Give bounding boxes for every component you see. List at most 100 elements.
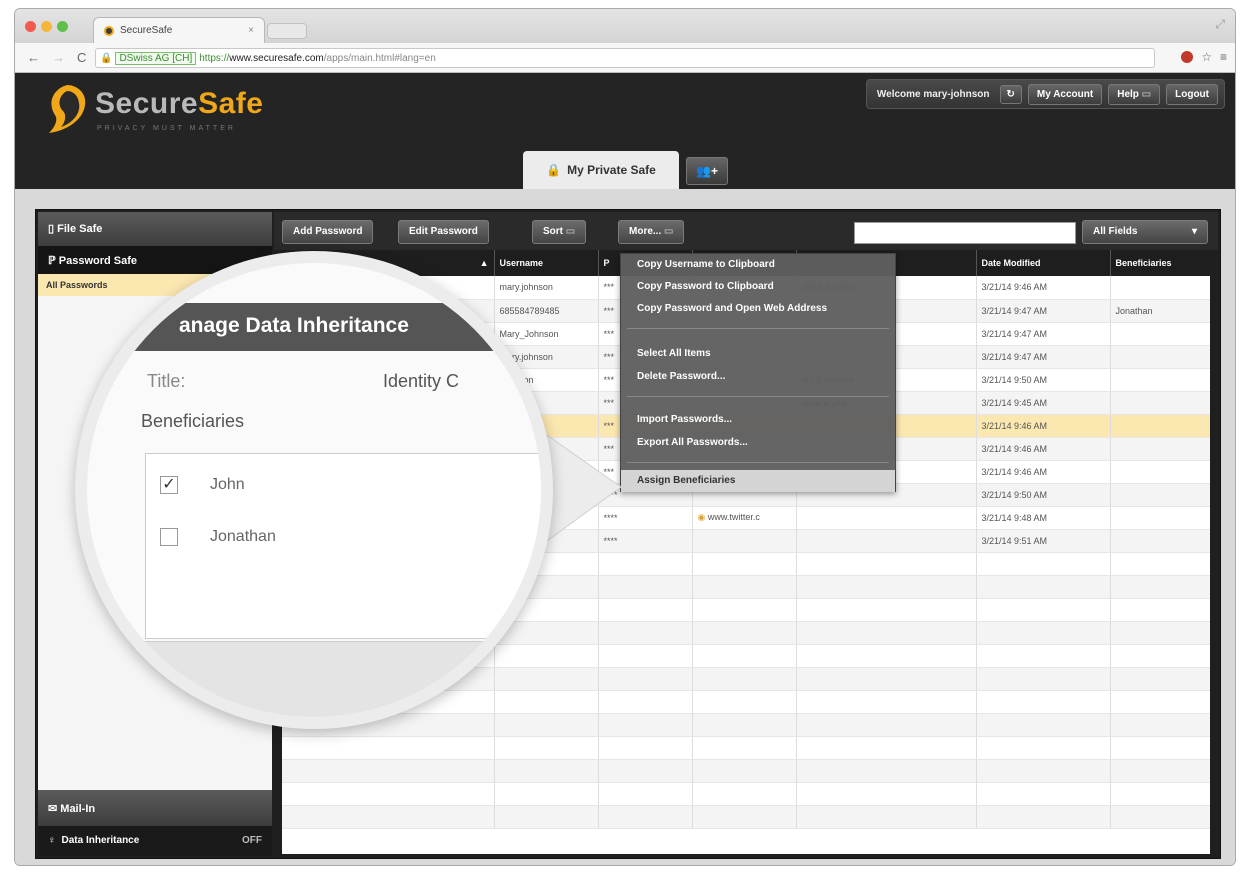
table-cell xyxy=(1110,575,1210,599)
web-address[interactable]: www.twitter.c xyxy=(708,512,760,522)
file-icon: ▯ xyxy=(48,223,58,235)
table-cell xyxy=(1110,736,1210,760)
inheritance-status: OFF xyxy=(242,835,262,846)
close-window-button[interactable] xyxy=(25,21,36,32)
beneficiary-checkbox[interactable] xyxy=(160,528,178,546)
table-cell xyxy=(692,736,797,760)
table-cell xyxy=(976,598,1111,622)
browser-tab[interactable]: SecureSafe × xyxy=(93,17,265,43)
table-cell xyxy=(282,759,495,783)
table-cell xyxy=(796,690,977,714)
table-row[interactable] xyxy=(282,759,1210,783)
reload-icon[interactable]: C xyxy=(77,50,86,65)
beneficiary-name: Jonathan xyxy=(210,528,276,545)
forward-icon[interactable]: → xyxy=(52,50,65,65)
menu-item-copy-password[interactable]: Copy Password to Clipboard xyxy=(621,281,895,292)
table-cell xyxy=(598,782,693,806)
table-row[interactable] xyxy=(282,805,1210,829)
table-cell: 3/21/14 9:51 AM xyxy=(976,529,1111,553)
table-cell xyxy=(796,667,977,691)
table-row[interactable] xyxy=(282,736,1210,760)
column-header[interactable]: Date Modified xyxy=(976,250,1111,276)
menu-item-assign-beneficiaries[interactable]: Assign Beneficiaries xyxy=(621,470,895,492)
menu-item-delete[interactable]: Delete Password... xyxy=(621,371,895,382)
sort-button[interactable]: Sort ▭ xyxy=(532,220,587,244)
beneficiary-name: John xyxy=(210,476,245,493)
logout-button[interactable]: Logout xyxy=(1166,83,1218,105)
new-tab-button[interactable] xyxy=(267,23,307,39)
my-account-button[interactable]: My Account xyxy=(1027,83,1103,105)
address-toolbar: ← → C 🔒 DSwiss AG [CH] https:// www.secu… xyxy=(15,43,1235,73)
table-cell xyxy=(1110,460,1210,484)
table-cell xyxy=(692,805,797,829)
beneficiary-checkbox-checked[interactable]: ✓ xyxy=(160,476,178,494)
bookmark-star-icon[interactable]: ☆ xyxy=(1201,50,1212,64)
table-cell xyxy=(1110,782,1210,806)
close-tab-icon[interactable]: × xyxy=(248,25,254,36)
browser-actions: ☆ ≡ xyxy=(1181,50,1227,64)
tab-my-private-safe[interactable]: 🔒 My Private Safe xyxy=(523,151,679,189)
beneficiaries-label: Beneficiaries xyxy=(141,411,245,431)
table-cell xyxy=(1110,621,1210,645)
menu-item-select-all[interactable]: Select All Items xyxy=(621,348,895,359)
ev-certificate-badge[interactable]: DSwiss AG [CH] xyxy=(115,51,197,65)
sidebar-item-file-safe[interactable]: ▯ File Safe xyxy=(38,212,272,246)
title-value: Identity C xyxy=(383,371,460,391)
table-cell xyxy=(692,529,797,553)
table-cell xyxy=(976,690,1111,714)
welcome-text: Welcome mary-johnson xyxy=(876,88,990,100)
refresh-button[interactable]: ↻ xyxy=(999,84,1022,104)
title-label: Title: xyxy=(147,371,186,391)
menu-divider xyxy=(627,462,889,463)
dropdown-arrow-icon: ▭ xyxy=(565,226,576,237)
table-cell xyxy=(692,552,797,576)
web-address-icon[interactable]: ◉ xyxy=(698,512,708,522)
menu-item-copy-username[interactable]: Copy Username to Clipboard xyxy=(621,259,895,270)
menu-item-export[interactable]: Export All Passwords... xyxy=(621,437,895,448)
sidebar-item-data-inheritance[interactable]: ♀ Data Inheritance OFF xyxy=(38,826,272,856)
table-cell xyxy=(976,667,1111,691)
table-cell: 3/21/14 9:46 AM xyxy=(976,437,1111,461)
field-filter-select[interactable]: All Fields ▾ xyxy=(1082,220,1208,244)
help-button[interactable]: Help ▭ xyxy=(1108,83,1161,105)
table-cell: 3/21/14 9:47 AM xyxy=(976,345,1111,369)
table-cell xyxy=(1110,805,1210,829)
brand-logo: SecureSafe xyxy=(95,87,264,120)
adblock-icon[interactable] xyxy=(1181,51,1194,63)
edit-password-button[interactable]: Edit Password xyxy=(398,220,489,244)
add-password-button[interactable]: Add Password xyxy=(282,220,374,244)
table-cell xyxy=(1110,322,1210,346)
fullscreen-icon[interactable]: ⤢ xyxy=(1215,17,1225,32)
app-header: SecureSafe PRIVACY MUST MATTER Welcome m… xyxy=(15,73,1235,189)
table-cell xyxy=(796,506,977,530)
table-cell xyxy=(692,621,797,645)
minimize-window-button[interactable] xyxy=(41,21,52,32)
more-dropdown-menu: Copy Username to Clipboard Copy Password… xyxy=(620,253,896,492)
lock-icon: 🔒 xyxy=(100,52,113,64)
table-cell xyxy=(1110,598,1210,622)
table-cell xyxy=(282,736,495,760)
users-icon: 👥 xyxy=(696,164,711,178)
table-cell xyxy=(692,598,797,622)
table-cell xyxy=(598,736,693,760)
add-shared-safe-button[interactable]: 👥+ xyxy=(686,157,728,185)
menu-item-copy-open-web[interactable]: Copy Password and Open Web Address xyxy=(621,303,895,314)
menu-icon[interactable]: ≡ xyxy=(1220,50,1227,64)
tab-title: SecureSafe xyxy=(120,25,173,36)
account-toolbar: Welcome mary-johnson ↻ My Account Help ▭… xyxy=(865,79,1225,109)
address-bar[interactable]: 🔒 DSwiss AG [CH] https:// www.securesafe… xyxy=(95,48,1155,68)
search-input[interactable] xyxy=(854,222,1076,244)
table-cell xyxy=(692,713,797,737)
magnifier-lens: anage Data Inheritance Title: Identity C… xyxy=(87,263,541,717)
table-cell xyxy=(1110,552,1210,576)
menu-item-import[interactable]: Import Passwords... xyxy=(621,414,895,425)
more-button[interactable]: More... ▭ xyxy=(618,220,685,244)
zoom-window-button[interactable] xyxy=(57,21,68,32)
sidebar-item-mail-in[interactable]: ✉ Mail-In xyxy=(38,790,272,826)
menu-divider xyxy=(627,396,889,397)
table-cell xyxy=(976,736,1111,760)
table-cell xyxy=(976,759,1111,783)
column-header[interactable]: Beneficiaries xyxy=(1110,250,1210,276)
back-icon[interactable]: ← xyxy=(27,50,40,65)
table-row[interactable] xyxy=(282,782,1210,806)
